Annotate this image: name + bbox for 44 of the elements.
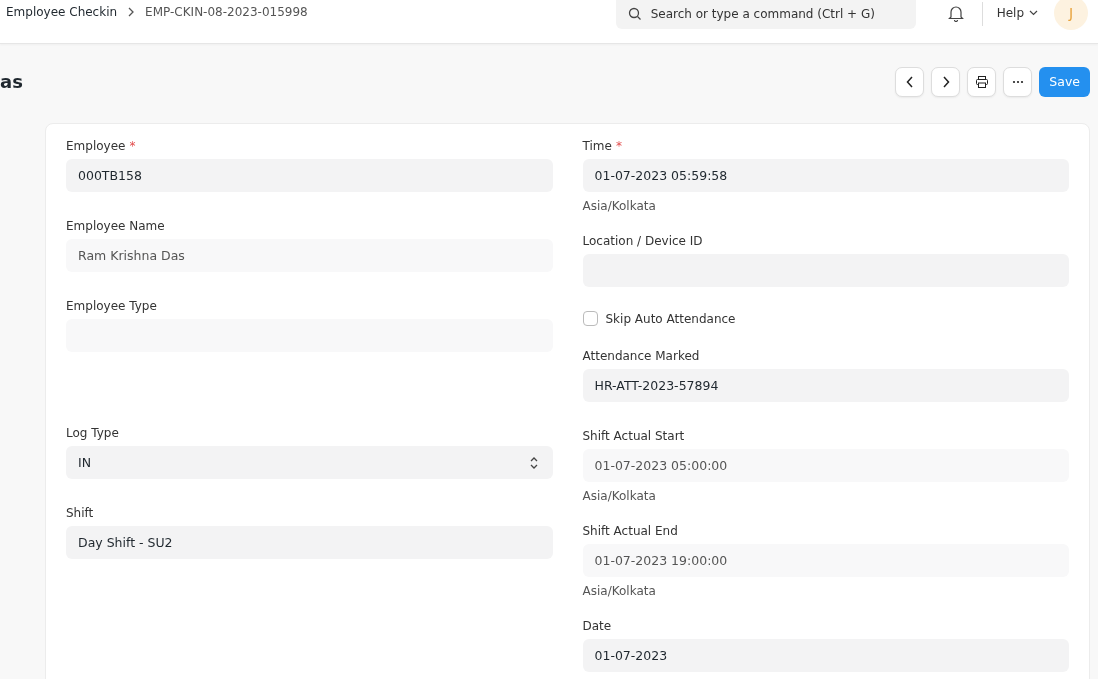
input-field[interactable]: HR-ATT-2023-57894: [582, 369, 1069, 402]
help-dropdown[interactable]: Help: [996, 0, 1038, 20]
field-label: Shift Actual End: [582, 523, 678, 538]
print-button[interactable]: [967, 66, 997, 97]
field-label: Location / Device ID: [582, 233, 703, 248]
input-field[interactable]: 01-07-2023: [582, 639, 1069, 672]
previous-button[interactable]: [895, 66, 925, 97]
field-label: Employee Name: [66, 218, 165, 233]
field-label: Attendance Marked: [582, 348, 700, 363]
field-label: Skip Auto Attendance: [605, 311, 736, 326]
next-button[interactable]: [931, 66, 961, 97]
timezone-note: Asia/Kolkata: [582, 199, 657, 213]
input-field: 01-07-2023 05:00:00: [582, 449, 1069, 482]
field-label: Time: [582, 138, 612, 153]
field-label: Employee Type: [66, 298, 157, 313]
chevron-left-icon: [905, 75, 914, 88]
field-label: Date: [582, 618, 612, 633]
input-field[interactable]: Day Shift - SU2: [66, 526, 553, 559]
field-label: Shift: [66, 505, 94, 520]
breadcrumb-link[interactable]: EMP-CKIN-08-2023-015998: [145, 5, 308, 19]
input-field[interactable]: 01-07-2023 05:59:58: [582, 159, 1069, 192]
required-asterisk: *: [129, 138, 136, 153]
search-icon: [627, 7, 642, 21]
breadcrumb-link[interactable]: Employee Checkin: [6, 5, 118, 19]
ellipsis-icon: [1011, 79, 1024, 84]
page-title: as: [0, 71, 23, 92]
select-field[interactable]: IN: [66, 446, 553, 479]
input-field[interactable]: 000TB158: [66, 159, 553, 192]
field-label: Log Type: [66, 425, 119, 440]
timezone-note: Asia/Kolkata: [582, 584, 657, 598]
chevron-right-icon: [127, 7, 136, 17]
printer-icon: [974, 74, 989, 89]
chevron-down-icon: [1029, 9, 1038, 16]
timezone-note: Asia/Kolkata: [582, 489, 657, 503]
field-label: Employee: [66, 138, 126, 153]
input-field: 01-07-2023 19:00:00: [582, 544, 1069, 577]
chevron-updown-icon: [528, 455, 539, 470]
field-label: Shift Actual Start: [582, 428, 685, 443]
notification-bell-icon[interactable]: [947, 5, 964, 22]
checkbox[interactable]: [582, 311, 598, 326]
chevron-right-icon: [941, 75, 950, 88]
input-field: Ram Krishna Das: [66, 239, 553, 272]
required-asterisk: *: [615, 138, 622, 153]
search-field[interactable]: Search or type a command (Ctrl + G): [615, 0, 916, 29]
